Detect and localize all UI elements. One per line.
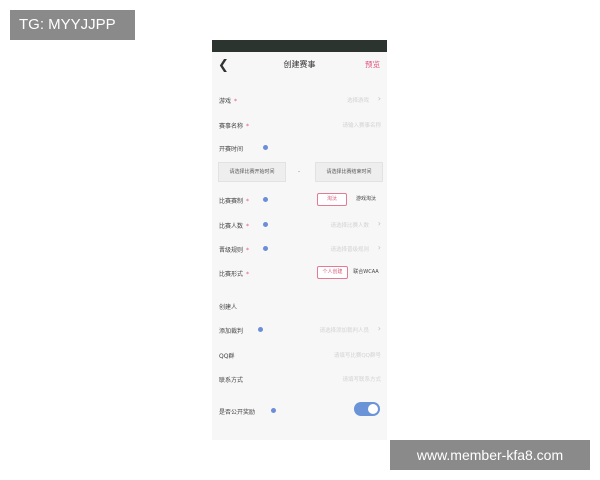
name-input[interactable]: 请输入赛事名称	[342, 121, 381, 129]
qq-label: QQ群	[219, 353, 235, 360]
phone-screen: ❮ 创建赛事 预览 游戏 * 选择游戏 › 赛事名称 * 请输入赛事名称 开赛时间 …	[212, 40, 387, 440]
end-time-picker[interactable]: 请选择比赛结束时间	[315, 162, 383, 182]
info-icon[interactable]	[258, 327, 263, 332]
chevron-right-icon: ›	[377, 324, 381, 333]
game-row[interactable]: 游戏 * 选择游戏 ›	[212, 93, 387, 107]
qq-row[interactable]: QQ群 请填写比赛QQ群号	[212, 348, 387, 362]
info-icon[interactable]	[263, 145, 268, 150]
page-title: 创建赛事	[283, 60, 316, 69]
game-placeholder: 选择游戏	[346, 98, 369, 104]
info-icon[interactable]	[263, 246, 268, 251]
referee-label: 添加裁判	[219, 328, 244, 335]
time-label: 开赛时间	[219, 146, 244, 153]
creator-label: 创建人	[219, 304, 238, 311]
contact-label: 联系方式	[219, 377, 244, 384]
chevron-right-icon: ›	[377, 243, 381, 252]
required-mark: *	[234, 98, 238, 105]
promotion-label: 晋级规则	[219, 247, 244, 254]
referee-row[interactable]: 添加裁判 请选择添加裁判人员 ›	[212, 323, 387, 337]
reward-label: 是否公开奖励	[219, 409, 256, 416]
required-mark: *	[246, 271, 250, 278]
format-label: 比赛形式	[219, 271, 244, 278]
referee-placeholder: 请选择添加裁判人员	[319, 328, 369, 334]
name-row[interactable]: 赛事名称 * 请输入赛事名称	[212, 118, 387, 132]
game-label: 游戏	[219, 98, 232, 105]
system-option-knockout[interactable]: 淘汰	[317, 193, 347, 206]
time-row: 开赛时间	[212, 141, 387, 155]
reward-toggle[interactable]	[354, 402, 380, 416]
count-label: 比赛人数	[219, 223, 244, 230]
required-mark: *	[246, 247, 250, 254]
start-time-picker[interactable]: 请选择比赛开始时间	[218, 162, 286, 182]
info-icon[interactable]	[271, 408, 276, 413]
format-option-wcaa[interactable]: 联合WCAA	[350, 266, 382, 279]
contact-input[interactable]: 请填写联系方式	[342, 375, 381, 383]
preview-button[interactable]: 预览	[365, 59, 380, 70]
format-option-personal[interactable]: 个人创建	[317, 266, 348, 279]
chevron-right-icon: ›	[377, 219, 381, 228]
name-label: 赛事名称	[219, 123, 244, 130]
info-icon[interactable]	[263, 197, 268, 202]
site-watermark: www.member-kfa8.com	[390, 440, 590, 470]
toggle-knob	[368, 404, 378, 414]
info-icon[interactable]	[263, 222, 268, 227]
tg-watermark: TG: MYYJJPP	[10, 10, 135, 40]
promotion-placeholder: 请选择晋级规则	[330, 247, 369, 253]
nav-bar: ❮ 创建赛事 预览	[212, 52, 387, 80]
required-mark: *	[246, 223, 250, 230]
required-mark: *	[246, 123, 250, 130]
count-row[interactable]: 比赛人数 * 请选择比赛人数 ›	[212, 218, 387, 232]
contact-row[interactable]: 联系方式 请填写联系方式	[212, 372, 387, 386]
required-mark: *	[246, 198, 250, 205]
chevron-right-icon: ›	[377, 94, 381, 103]
system-option-game-knockout[interactable]: 游戏淘汰	[350, 193, 382, 206]
status-bar	[212, 40, 387, 52]
system-label: 比赛赛制	[219, 198, 244, 205]
qq-input[interactable]: 请填写比赛QQ群号	[334, 351, 381, 359]
creator-row: 创建人	[212, 299, 387, 313]
count-placeholder: 请选择比赛人数	[330, 223, 369, 229]
date-separator: -	[298, 168, 301, 175]
promotion-row[interactable]: 晋级规则 * 请选择晋级规则 ›	[212, 242, 387, 256]
